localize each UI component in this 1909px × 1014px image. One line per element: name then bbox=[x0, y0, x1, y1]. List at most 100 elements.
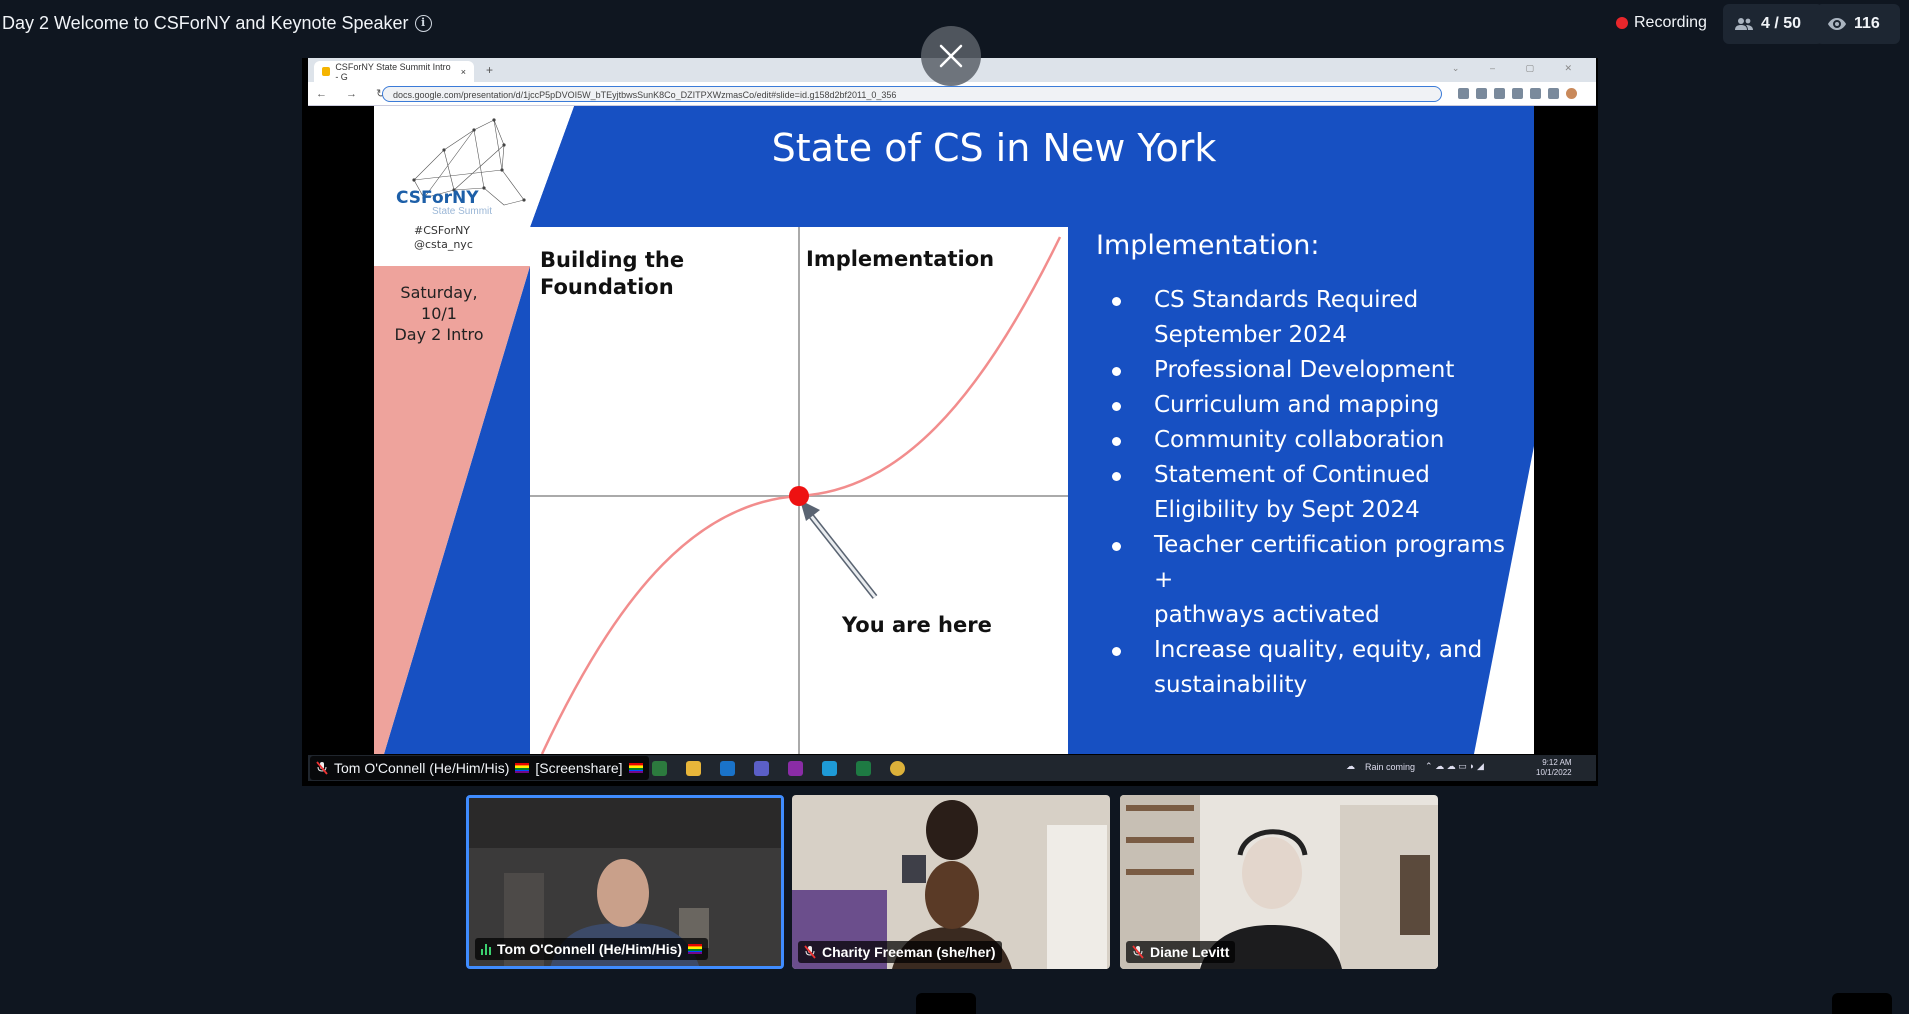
pride-flag-icon bbox=[688, 944, 703, 955]
recording-dot-icon bbox=[1616, 17, 1628, 29]
taskbar-clock[interactable]: 9:12 AM 10/1/2022 bbox=[1536, 758, 1572, 778]
bullet-item: Curriculum and mapping bbox=[1096, 388, 1526, 423]
bullet-line: Statement of Continued bbox=[1154, 462, 1430, 488]
extension-icon[interactable] bbox=[1476, 88, 1487, 99]
file-explorer-icon[interactable] bbox=[686, 761, 701, 776]
new-tab-icon[interactable]: + bbox=[486, 63, 493, 77]
weather-icon: ☁ bbox=[1346, 761, 1355, 771]
onenote-icon[interactable] bbox=[788, 761, 803, 776]
twitter-handle: @csta_nyc bbox=[414, 238, 473, 251]
extension-icon[interactable] bbox=[1494, 88, 1505, 99]
participant-name-tag: Tom O'Connell (He/Him/His) bbox=[475, 938, 709, 960]
mic-muted-icon bbox=[804, 945, 816, 959]
date-line-2: Day 2 Intro bbox=[394, 325, 484, 344]
bullet-line: Community collaboration bbox=[1154, 427, 1445, 453]
viewers-count-button[interactable]: 116 bbox=[1816, 4, 1900, 44]
bullet-item: CS Standards Required September 2024 bbox=[1096, 283, 1526, 353]
recording-label: Recording bbox=[1634, 14, 1707, 31]
extension-icons bbox=[1458, 88, 1577, 99]
bullet-item: Statement of Continued Eligibility by Sep… bbox=[1096, 458, 1526, 528]
bullet-line: Professional Development bbox=[1154, 357, 1455, 383]
participant-tile-charity[interactable]: Charity Freeman (she/her) bbox=[792, 795, 1110, 969]
speaking-indicator-icon bbox=[481, 943, 491, 955]
presenter-name: Tom O'Connell (He/Him/His) bbox=[334, 760, 510, 776]
implementation-heading: Implementation: bbox=[1096, 230, 1320, 261]
taskbar-apps bbox=[652, 761, 905, 776]
teams-icon[interactable] bbox=[754, 761, 769, 776]
marker-label: You are here bbox=[842, 613, 992, 637]
hashtag: #CSForNY bbox=[414, 224, 471, 237]
extension-icon[interactable] bbox=[1530, 88, 1541, 99]
eye-icon bbox=[1828, 18, 1846, 30]
participant-name-tag: Charity Freeman (she/her) bbox=[798, 941, 1002, 963]
tray-icons[interactable]: ⌃ ☁ ☁ ▭ ◗ ◢ bbox=[1425, 761, 1484, 772]
recording-indicator: Recording bbox=[1616, 14, 1707, 32]
bottom-control-tab[interactable] bbox=[1832, 993, 1892, 1014]
bullet-line: pathways activated bbox=[1154, 602, 1380, 628]
session-title-text: Day 2 Welcome to CSForNY and Keynote Spe… bbox=[2, 13, 409, 33]
participant-name-tag: Diane Levitt bbox=[1126, 941, 1236, 963]
screenshare-suffix: [Screenshare] bbox=[535, 760, 623, 776]
cubic-curve-graph bbox=[530, 227, 1068, 754]
progress-graph: Building the Foundation Implementation Y… bbox=[530, 227, 1068, 754]
date-line-1: Saturday, 10/1 bbox=[400, 283, 478, 323]
viewers-count: 116 bbox=[1854, 15, 1880, 32]
participant-name: Tom O'Connell (He/Him/His) bbox=[497, 941, 683, 957]
system-tray: ☁ Rain coming ⌃ ☁ ☁ ▭ ◗ ◢ bbox=[1346, 761, 1484, 772]
people-icon bbox=[1735, 18, 1753, 30]
close-screenshare-button[interactable] bbox=[921, 26, 981, 86]
chrome-icon[interactable] bbox=[890, 761, 905, 776]
excel-icon[interactable] bbox=[856, 761, 871, 776]
slides-favicon-icon bbox=[322, 67, 331, 76]
logo-subtext: State Summit bbox=[432, 206, 493, 217]
presentation-slide: CSForNY State Summit #CSForNY @csta_nyc … bbox=[374, 106, 1534, 754]
screenshare-presenter-tag: Tom O'Connell (He/Him/His) [Screenshare] bbox=[310, 756, 649, 780]
slide-title: State of CS in New York bbox=[771, 126, 1217, 170]
extension-icon[interactable] bbox=[1512, 88, 1523, 99]
clock-time: 9:12 AM bbox=[1542, 758, 1572, 767]
participants-count: 4 / 50 bbox=[1761, 15, 1802, 32]
bullet-line: CS Standards Required bbox=[1154, 287, 1419, 313]
browser-tab-title: CSForNY State Summit Intro - G bbox=[335, 61, 451, 82]
implementation-list: Implementation: CS Standards Required Sep… bbox=[1096, 230, 1526, 703]
bullet-item: Community collaboration bbox=[1096, 423, 1526, 458]
bottom-control-tab[interactable] bbox=[916, 993, 976, 1014]
screenshare-view: CSForNY State Summit Intro - G × + ⌄ – ▢… bbox=[302, 26, 1598, 786]
participants-count-button[interactable]: 4 / 50 bbox=[1723, 4, 1823, 44]
bullet-line: sustainability bbox=[1154, 672, 1308, 698]
bullet-line: Eligibility by Sept 2024 bbox=[1154, 497, 1420, 523]
extension-icon[interactable] bbox=[1458, 88, 1469, 99]
close-icon bbox=[939, 44, 963, 68]
pride-flag-icon bbox=[515, 763, 530, 774]
you-are-here-marker bbox=[789, 486, 809, 506]
participant-name: Diane Levitt bbox=[1150, 944, 1230, 960]
bullet-item: Professional Development bbox=[1096, 353, 1526, 388]
outlook-icon[interactable] bbox=[720, 761, 735, 776]
bullet-line: Curriculum and mapping bbox=[1154, 392, 1440, 418]
weather-text[interactable]: Rain coming bbox=[1365, 762, 1415, 772]
participant-name: Charity Freeman (she/her) bbox=[822, 944, 996, 960]
bullet-line: Increase quality, equity, and bbox=[1154, 637, 1483, 663]
slide-hashtags: #CSForNY @csta_nyc bbox=[414, 224, 473, 252]
graph-left-label-line-1: Building the bbox=[540, 248, 685, 272]
participant-tile-diane[interactable]: Diane Levitt bbox=[1120, 795, 1438, 969]
taskbar-app-icon[interactable] bbox=[652, 761, 667, 776]
extension-icon[interactable] bbox=[1548, 88, 1559, 99]
window-controls[interactable]: ⌄ – ▢ ✕ bbox=[1452, 63, 1586, 74]
tab-close-icon[interactable]: × bbox=[461, 67, 466, 77]
edge-icon[interactable] bbox=[822, 761, 837, 776]
info-icon[interactable]: i bbox=[414, 15, 432, 32]
graph-right-label: Implementation bbox=[806, 247, 995, 271]
clock-date: 10/1/2022 bbox=[1536, 768, 1572, 777]
pride-flag-icon bbox=[628, 763, 643, 774]
profile-avatar[interactable] bbox=[1566, 88, 1577, 99]
mic-muted-icon bbox=[316, 761, 328, 775]
bullet-item: Increase quality, equity, and sustainabil… bbox=[1096, 633, 1526, 703]
browser-tab[interactable]: CSForNY State Summit Intro - G × bbox=[314, 61, 474, 82]
participant-tile-tom[interactable]: Tom O'Connell (He/Him/His) bbox=[466, 795, 784, 969]
mic-muted-icon bbox=[1132, 945, 1144, 959]
bullet-line: September 2024 bbox=[1154, 322, 1347, 348]
bullet-line: Teacher certification programs + bbox=[1154, 532, 1505, 593]
session-title: Day 2 Welcome to CSForNY and Keynote Spe… bbox=[2, 13, 432, 34]
url-field[interactable]: docs.google.com/presentation/d/1jccP5pDV… bbox=[382, 86, 1442, 102]
